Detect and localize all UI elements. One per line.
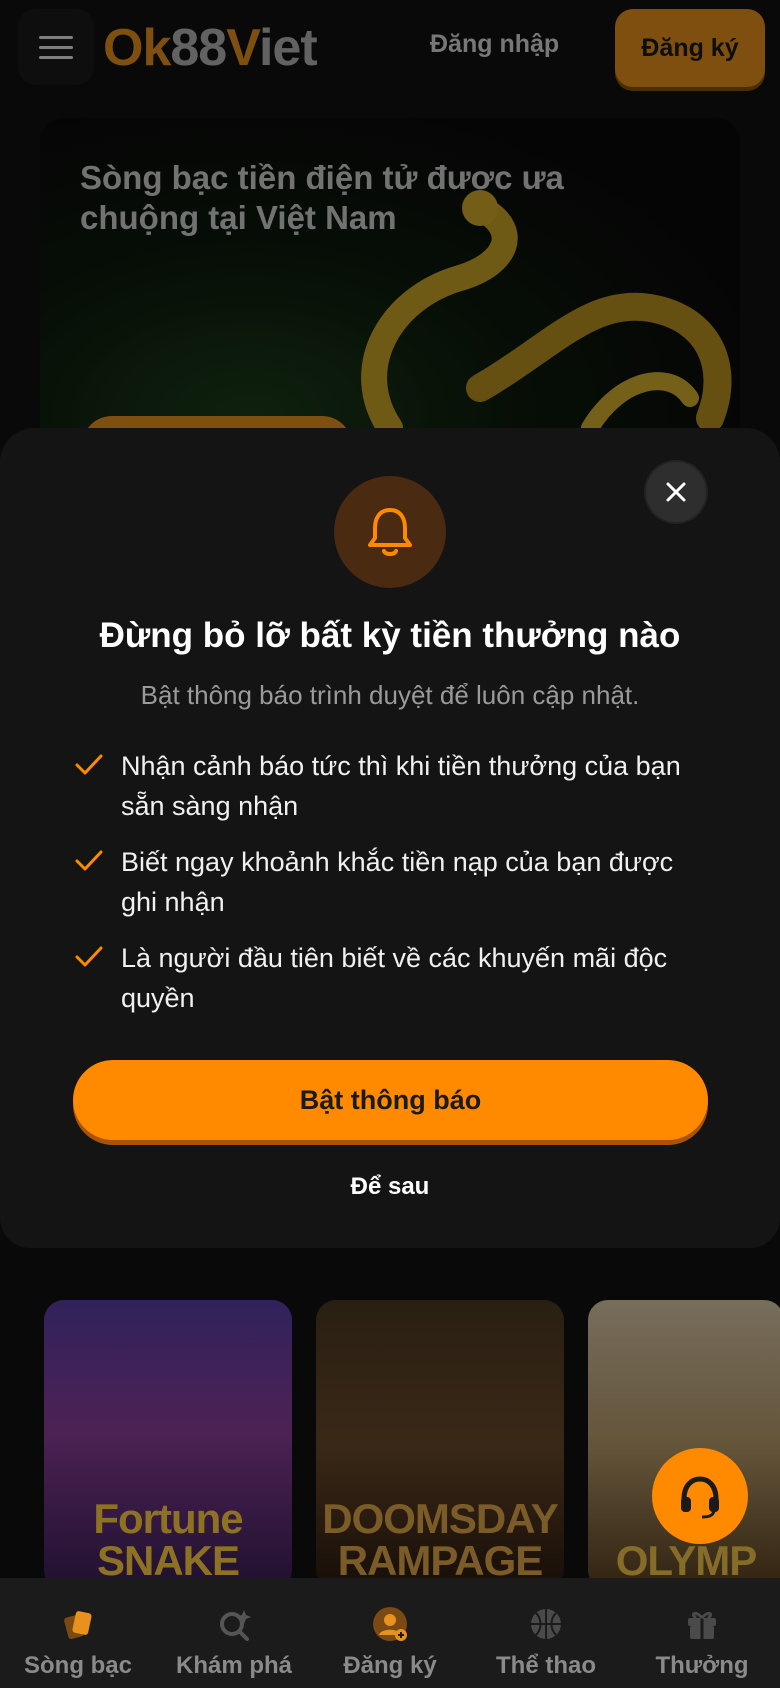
- close-icon: [666, 482, 686, 502]
- nav-label: Khám phá: [175, 1652, 292, 1679]
- support-button[interactable]: [652, 1448, 748, 1544]
- benefit-text: Biết ngay khoảnh khắc tiền nạp của bạn đ…: [121, 847, 674, 917]
- explore-icon: [220, 1610, 251, 1641]
- nav-label: Đăng ký: [343, 1652, 437, 1679]
- check-icon: [75, 850, 103, 871]
- bell-badge: [334, 476, 446, 588]
- gift-icon: [688, 1611, 716, 1639]
- close-button[interactable]: [644, 460, 708, 524]
- benefit-item: Nhận cảnh báo tức thì khi tiền thưởng củ…: [74, 746, 714, 826]
- notification-modal: Đừng bỏ lỡ bất kỳ tiền thưởng nào Bật th…: [0, 428, 780, 1248]
- cards-icon: [64, 1611, 92, 1640]
- benefit-item: Biết ngay khoảnh khắc tiền nạp của bạn đ…: [74, 842, 714, 922]
- enable-notifications-button[interactable]: Bật thông báo: [73, 1060, 708, 1140]
- modal-title: Đừng bỏ lỡ bất kỳ tiền thưởng nào: [99, 616, 681, 655]
- check-icon: [75, 754, 103, 775]
- benefit-text: Là người đầu tiên biết về các khuyến mãi…: [121, 943, 668, 1013]
- nav-item-explore[interactable]: Khám phá: [156, 1578, 312, 1688]
- nav-label: Thể thao: [496, 1652, 596, 1679]
- nav-item-sports[interactable]: Thể thao: [468, 1578, 624, 1688]
- benefit-list: Nhận cảnh báo tức thì khi tiền thưởng củ…: [74, 746, 714, 1034]
- check-icon: [75, 946, 103, 967]
- nav-label: Thưởng: [655, 1652, 749, 1679]
- nav-label: Sòng bạc: [23, 1652, 132, 1679]
- benefit-text: Nhận cảnh báo tức thì khi tiền thưởng củ…: [121, 751, 681, 821]
- basketball-icon: [531, 1609, 561, 1639]
- nav-item-signup[interactable]: Đăng ký: [312, 1578, 468, 1688]
- nav-item-rewards[interactable]: Thưởng: [624, 1578, 780, 1688]
- later-button[interactable]: Để sau: [0, 1173, 780, 1201]
- modal-subtitle: Bật thông báo trình duyệt để luôn cập nh…: [140, 680, 640, 710]
- bell-icon: [368, 508, 412, 556]
- user-add-icon: [373, 1607, 407, 1641]
- benefit-item: Là người đầu tiên biết về các khuyến mãi…: [74, 938, 714, 1018]
- nav-item-casino[interactable]: Sòng bạc: [0, 1578, 156, 1688]
- headset-icon: [681, 1476, 719, 1519]
- bottom-nav: Sòng bạc Khám phá Đăng ký Thể thao Thưởn…: [0, 1578, 780, 1688]
